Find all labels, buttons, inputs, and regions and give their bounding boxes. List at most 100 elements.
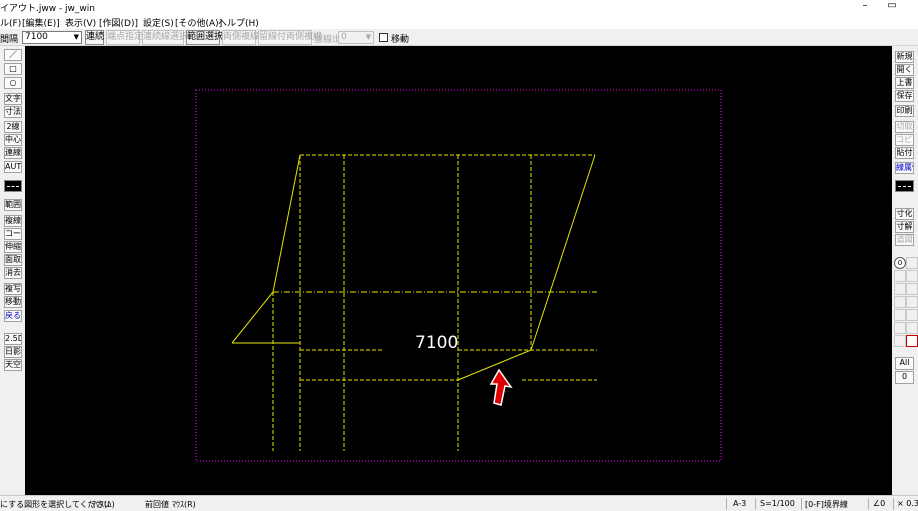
tool-range[interactable]: 範囲 — [4, 199, 22, 211]
tool-save[interactable]: 保存 — [895, 90, 914, 102]
status-zoom[interactable]: × 0.32 — [897, 499, 918, 508]
tool-dim-release[interactable]: 寸解 — [895, 221, 914, 233]
double-offset-button[interactable]: 両側複線 — [222, 30, 259, 45]
move-checkbox[interactable] — [379, 33, 388, 42]
connector-line[interactable] — [457, 349, 532, 381]
layer-cell[interactable] — [906, 296, 918, 308]
layer-cell[interactable] — [894, 309, 906, 321]
tool-circle[interactable]: ○ — [4, 77, 22, 89]
drawing-svg[interactable]: 7100 — [25, 46, 892, 495]
left-tool-palette: ／ □ ○ 文字 寸法 2線 中心線 連線 AUTO 範囲 複線 コーナー 伸縮… — [0, 46, 25, 495]
layer-all-button[interactable]: All — [895, 357, 914, 370]
layer-cell[interactable] — [906, 283, 918, 295]
drawing-lines[interactable] — [231, 154, 597, 451]
right-tool-palette: 新規 開く 上書 保存 印刷 切取 コピー 貼付 線属性 寸化 寸解 道図 0 … — [892, 46, 918, 495]
move-label: 移動 — [391, 35, 410, 45]
status-separator — [726, 498, 727, 510]
tool-new[interactable]: 新規 — [895, 51, 914, 63]
tool-copy[interactable]: 複写 — [4, 283, 22, 295]
layer-cell[interactable] — [894, 283, 906, 295]
menu-other[interactable]: [その他(A)] — [175, 16, 222, 29]
dimension-label: 7100 — [415, 333, 458, 353]
right-slant-line[interactable] — [530, 154, 596, 351]
tool-chamfer[interactable]: 面取 — [4, 254, 22, 266]
layer-cell[interactable] — [906, 257, 918, 269]
layer-cell[interactable] — [894, 322, 906, 334]
line-type-indicator-right[interactable] — [895, 180, 914, 192]
range-select-button[interactable]: 範囲選択 — [186, 30, 223, 45]
menu-edit[interactable]: [編集(E)] — [22, 16, 60, 29]
minimize-icon[interactable]: – — [858, 0, 872, 11]
status-left-click: ﾏｳｽ(L) — [92, 500, 115, 509]
chain-select-button[interactable]: 連続線選択 — [142, 30, 188, 45]
layer-cell[interactable] — [894, 335, 906, 347]
tool-undo[interactable]: 戻る — [4, 310, 22, 322]
menu-file[interactable]: ル(F) — [0, 16, 21, 29]
control-toolbar: 間隔 7100 ▼ 連続 端点指定 連続線選択 範囲選択 両側複線 留線付両側複… — [0, 29, 918, 46]
line-type-indicator[interactable] — [4, 180, 22, 192]
window-title: イアウト.jww - jw_win — [0, 4, 95, 14]
tool-shadow[interactable]: 日影 — [4, 346, 22, 358]
tool-centerline[interactable]: 中心線 — [4, 134, 22, 146]
offset-value: 0 — [341, 32, 347, 42]
status-angle[interactable]: ∠0 — [873, 499, 885, 508]
tool-paste[interactable]: 貼付 — [895, 147, 914, 159]
menu-view[interactable]: 表示(V) — [65, 16, 96, 29]
status-separator — [755, 498, 756, 510]
spacing-combo[interactable]: 7100 ▼ — [22, 31, 82, 44]
chevron-down-icon: ▼ — [365, 33, 371, 41]
layer-cell[interactable] — [906, 322, 918, 334]
status-layer[interactable]: [0-F]境界線 — [805, 499, 848, 510]
tool-line[interactable]: ／ — [4, 49, 22, 61]
endpoint-button[interactable]: 端点指定 — [106, 30, 143, 45]
tool-connect[interactable]: 連線 — [4, 147, 22, 159]
left-slant-line[interactable] — [272, 154, 301, 293]
restore-icon[interactable]: ▭ — [885, 0, 899, 11]
tool-extend[interactable]: 伸縮 — [4, 241, 22, 253]
tool-path-figure[interactable]: 道図 — [895, 234, 914, 246]
tool-text[interactable]: 文字 — [4, 93, 22, 105]
tool-copy-clip[interactable]: コピー — [895, 134, 914, 146]
layer-cell[interactable] — [906, 270, 918, 282]
tool-move[interactable]: 移動 — [4, 296, 22, 308]
menu-draw[interactable]: [作図(D)] — [99, 16, 138, 29]
tool-offset[interactable]: 複線 — [4, 215, 22, 227]
tool-overwrite[interactable]: 上書 — [895, 77, 914, 89]
status-separator — [893, 498, 894, 510]
arrow-icon — [489, 368, 513, 406]
tool-open[interactable]: 開く — [895, 64, 914, 76]
layer-cell[interactable] — [894, 270, 906, 282]
spacing-label: 間隔 — [0, 35, 19, 45]
spacing-value: 7100 — [25, 32, 48, 42]
tool-print[interactable]: 印刷 — [895, 105, 914, 117]
tool-sky[interactable]: 天空 — [4, 359, 22, 371]
menu-help[interactable]: ヘルプ(H) — [218, 16, 259, 29]
status-bar: にする図形を選択してください ﾏｳｽ(L) 前回値 ﾏｳｽ(R) A-3 S=1… — [0, 495, 918, 511]
layer-zero-button[interactable]: 0 — [895, 371, 914, 384]
tool-cut[interactable]: 切取 — [895, 121, 914, 133]
menu-bar: ル(F) [編集(E)] 表示(V) [作図(D)] 設定(S) [その他(A)… — [0, 14, 918, 29]
tool-auto[interactable]: AUTO — [4, 161, 22, 173]
tool-double-line[interactable]: 2線 — [4, 121, 22, 133]
tool-2-5d[interactable]: 2.5D — [4, 333, 22, 345]
tool-dimension[interactable]: 寸法 — [4, 106, 22, 118]
layer-cell[interactable] — [906, 309, 918, 321]
tool-dim-convert[interactable]: 寸化 — [895, 208, 914, 220]
tool-erase[interactable]: 消去 — [4, 267, 22, 279]
layer-cell-active[interactable] — [906, 335, 918, 347]
status-prev-value: 前回値 — [145, 500, 169, 509]
offset-combo[interactable]: 0 ▼ — [338, 31, 374, 44]
continuous-button[interactable]: 連続 — [85, 30, 104, 45]
status-scale[interactable]: S=1/100 — [760, 499, 795, 508]
drawing-canvas[interactable]: 7100 — [25, 46, 892, 495]
layer-group-indicator[interactable]: 0 — [894, 257, 906, 269]
capped-double-offset-button[interactable]: 留線付両側複線 — [258, 30, 322, 45]
left-lower-slant-line[interactable] — [231, 291, 274, 344]
status-paper[interactable]: A-3 — [733, 499, 746, 508]
layer-cell[interactable] — [894, 296, 906, 308]
tool-corner[interactable]: コーナー — [4, 228, 22, 240]
tool-rectangle[interactable]: □ — [4, 63, 22, 75]
tool-line-attr[interactable]: 線属性 — [895, 162, 914, 174]
chevron-down-icon: ▼ — [73, 33, 79, 41]
menu-settings[interactable]: 設定(S) — [143, 16, 174, 29]
